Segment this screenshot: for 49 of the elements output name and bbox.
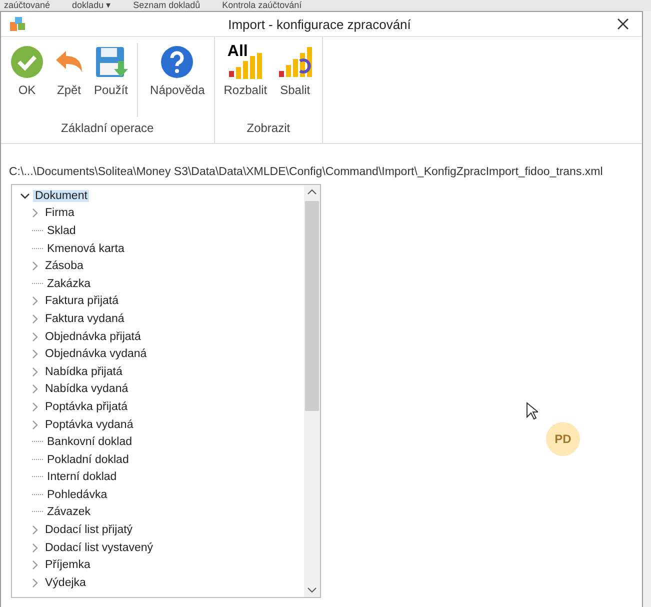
check-icon (10, 45, 44, 79)
tree-item[interactable]: Závazek (45, 506, 92, 518)
tree-item[interactable]: Interní doklad (45, 471, 119, 484)
tree-item[interactable]: Nabídka přijatá (43, 366, 124, 378)
tree-item[interactable]: Sklad (45, 224, 78, 237)
close-icon (617, 18, 629, 30)
background-tab-label: zaúčtované (4, 0, 50, 11)
tree-item[interactable]: Objednávka přijatá (43, 330, 143, 343)
mouse-cursor-icon (526, 402, 538, 420)
tree-item[interactable]: Výdejka (43, 576, 88, 589)
ribbon-button[interactable]: All Rozbalit (218, 43, 272, 117)
tree-item[interactable]: Pokladní doklad (45, 454, 131, 466)
group-label: Zobrazit (246, 120, 292, 137)
tree-item[interactable]: Pohledávka (45, 488, 110, 501)
ribbon-button[interactable]: OK (5, 43, 49, 117)
tree-item[interactable]: Dokument (33, 190, 90, 202)
tree-item[interactable]: Poptávka přijatá (43, 400, 130, 413)
tree-item[interactable]: Dodací list přijatý (43, 524, 135, 536)
floppy-disk-icon (94, 45, 128, 79)
tree-item[interactable]: Objednávka vydaná (43, 348, 149, 360)
tree-item[interactable]: Zásoba (43, 260, 86, 272)
tree-item[interactable]: Faktura přijatá (43, 295, 121, 308)
group-label: Základní operace (60, 120, 155, 137)
scroll-thumb[interactable] (305, 201, 319, 411)
tree-item[interactable]: Kmenová karta (45, 242, 126, 255)
tree-item[interactable]: Poptávka vydaná (43, 418, 136, 431)
background-tab-label: Seznam dokladů (133, 0, 200, 11)
user-avatar: PD (546, 422, 580, 456)
ribbon-button[interactable]: Nápověda (137, 43, 210, 117)
ribbon-button[interactable]: Sbalit (272, 43, 318, 117)
icon-label: All (227, 43, 248, 61)
scrollbar[interactable] (304, 185, 320, 597)
file-path: C:\...\Documents\Solitea\Money S3\Data\Data\XMLDE\Config\Command\Import\_KonfigZpracImport_fidoo_trans.xml (8, 165, 604, 180)
window-title: Import - konfigurace zpracování (227, 16, 412, 32)
bar-chart-icon (277, 45, 314, 79)
tree-item[interactable]: Firma (43, 207, 76, 220)
ribbon-button[interactable]: Zpět (49, 43, 89, 117)
tree-item[interactable]: Příjemka (43, 559, 92, 572)
tree-item[interactable]: Dodací list vystavený (43, 542, 156, 554)
app-logo-icon (9, 15, 27, 33)
ribbon-button[interactable]: Použít (89, 43, 134, 117)
tree-item[interactable]: Zakázka (45, 278, 92, 290)
tree-item[interactable]: Nabídka vydaná (43, 383, 130, 396)
tree-item[interactable]: Faktura vydaná (43, 312, 126, 325)
tree-item[interactable]: Bankovní doklad (45, 436, 134, 448)
background-tab-label: Kontrola zaúčtování (222, 0, 302, 11)
chevron-icon[interactable] (20, 190, 30, 201)
help-icon (160, 45, 194, 79)
background-tab-label: dokladu ▾ (72, 0, 112, 11)
